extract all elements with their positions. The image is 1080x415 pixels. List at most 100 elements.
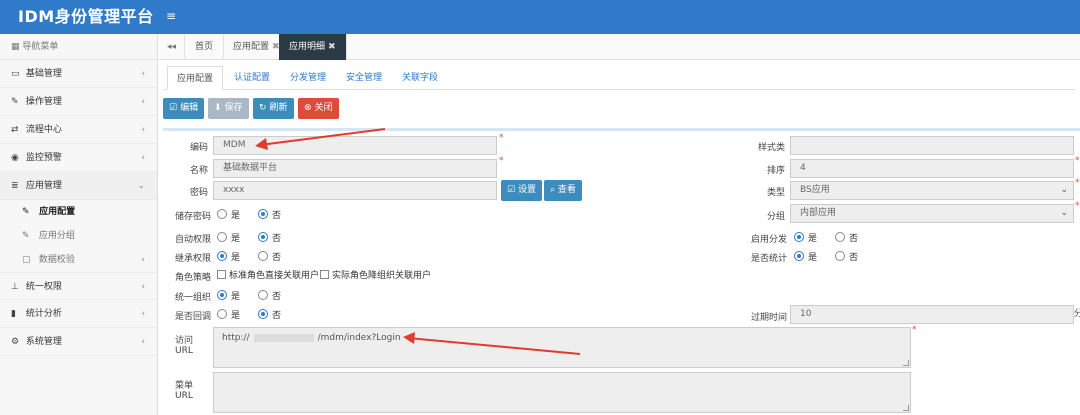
radio-circle — [835, 232, 845, 242]
required-mark: * — [499, 156, 504, 166]
type-select[interactable]: BS应用 ⌄ — [790, 181, 1074, 200]
close-icon[interactable]: ✖ — [328, 42, 336, 52]
refresh-button[interactable]: ↻ 刷新 — [253, 98, 294, 119]
store-password-yes-radio[interactable]: 是 — [217, 209, 240, 221]
role-policy-actual-checkbox[interactable]: 实际角色降组织关联用户 — [320, 270, 431, 282]
sidebar-item-system[interactable]: ⚙ 系统管理 ‹ — [0, 328, 157, 356]
enable-distribution-label: 启用分发 — [750, 235, 787, 245]
order-field[interactable]: 4 — [790, 159, 1074, 178]
resize-handle-icon[interactable] — [903, 360, 909, 366]
view-button-label: 查看 — [557, 185, 576, 195]
page-tab-strip: ◂◂ 首页 应用配置 ✖ 应用明细 ✖ — [159, 34, 1080, 60]
radio-label: 否 — [272, 311, 282, 321]
set-password-button[interactable]: ☑ 设置 — [501, 180, 542, 201]
view-password-button[interactable]: ⌕ 查看 — [544, 180, 582, 201]
unified-org-yes-radio[interactable]: 是 — [217, 290, 240, 302]
radio-circle — [258, 309, 268, 319]
inherit-permission-yes-radio[interactable]: 是 — [217, 251, 240, 263]
role-policy-standard-checkbox[interactable]: 标准角色直接关联用户 — [217, 270, 319, 282]
inner-tab-auth-config[interactable]: 认证配置 — [225, 66, 279, 90]
rollback-no-radio[interactable]: 否 — [258, 309, 281, 321]
chevron-left-icon: ‹ — [141, 153, 145, 163]
chevron-left-icon: ‹ — [141, 97, 145, 107]
refresh-icon: ↻ — [259, 103, 267, 113]
tab-label: 首页 — [195, 42, 214, 52]
rollback-yes-radio[interactable]: 是 — [217, 309, 240, 321]
enable-distribution-yes-radio[interactable]: 是 — [794, 232, 817, 244]
style-class-field[interactable] — [790, 136, 1074, 155]
sidebar-subitem-label: 应用配置 — [39, 207, 76, 217]
radio-label: 否 — [272, 292, 282, 302]
sidebar-item-monitor[interactable]: ◉ 监控预警 ‹ — [0, 144, 157, 172]
required-mark: * — [1075, 201, 1080, 211]
expire-time-field[interactable]: 10 — [790, 305, 1074, 324]
is-statistic-yes-radio[interactable]: 是 — [794, 251, 817, 263]
sidebar-item-permission[interactable]: ⊥ 统一权限 ‹ — [0, 272, 157, 300]
code-field[interactable]: MDM — [213, 136, 497, 155]
pencil-icon: ✎ — [11, 97, 19, 107]
store-password-no-radio[interactable]: 否 — [258, 209, 281, 221]
sidebar-item-app-management[interactable]: ≣ 应用管理 ⌄ — [0, 172, 157, 200]
auto-permission-no-radio[interactable]: 否 — [258, 232, 281, 244]
sidebar-subitem-data-check[interactable]: ▢ 数据校验 ‹ — [0, 248, 157, 272]
inner-tab-app-config[interactable]: 应用配置 — [167, 66, 224, 90]
sidebar-subitem-label: 应用分组 — [38, 231, 75, 241]
password-field[interactable]: xxxx — [213, 181, 497, 200]
sidebar-item-basic[interactable]: ▭ 基础管理 ‹ — [0, 60, 157, 88]
radio-circle — [835, 251, 845, 261]
sidebar-item-label: 统计分析 — [25, 309, 62, 319]
checkbox-box — [320, 270, 329, 279]
grid-icon: ▦ — [11, 42, 23, 52]
sidebar-item-operation[interactable]: ✎ 操作管理 ‹ — [0, 88, 157, 116]
menu-url-textarea[interactable] — [213, 372, 911, 413]
radio-label: 是 — [808, 253, 818, 263]
bar-chart-icon: ▮ — [11, 309, 16, 319]
name-field[interactable]: 基础数据平台 — [213, 159, 497, 178]
group-label: 分组 — [766, 212, 785, 222]
sitemap-icon: ⊥ — [11, 282, 19, 292]
radio-circle — [258, 232, 268, 242]
radio-label: 是 — [231, 311, 241, 321]
radio-label: 否 — [272, 253, 282, 263]
inner-tab-fields[interactable]: 关联字段 — [393, 66, 447, 90]
role-policy-label: 角色策略 — [174, 273, 211, 283]
sidebar-subitem-app-config[interactable]: ✎ 应用配置 — [0, 200, 157, 224]
inner-tab-distribution[interactable]: 分发管理 — [281, 66, 335, 90]
sidebar-item-statistics[interactable]: ▮ 统计分析 ‹ — [0, 300, 157, 328]
required-mark: * — [1075, 178, 1080, 188]
access-url-textarea[interactable]: http:// /mdm/index?Login — [213, 327, 911, 368]
tab-home[interactable]: 首页 — [185, 34, 225, 60]
access-url-label: 访问URL — [175, 336, 194, 356]
radio-label: 是 — [231, 253, 241, 263]
radio-label: 否 — [272, 211, 282, 221]
sidebar-item-workflow[interactable]: ⇄ 流程中心 ‹ — [0, 116, 157, 144]
edit-button[interactable]: ☑ 编辑 — [163, 98, 205, 119]
is-statistic-no-radio[interactable]: 否 — [835, 251, 858, 263]
password-label: 密码 — [189, 188, 208, 198]
inherit-permission-no-radio[interactable]: 否 — [258, 251, 281, 263]
edit-icon: ☑ — [169, 103, 178, 113]
chevron-left-icon: ‹ — [141, 337, 145, 347]
url-prefix: http:// — [222, 333, 250, 343]
sidebar-item-label: 系统管理 — [25, 337, 62, 347]
chevron-left-icon: ‹ — [141, 255, 145, 265]
sidebar-subitem-app-group[interactable]: ✎ 应用分组 — [0, 224, 157, 248]
close-button[interactable]: ⊗ 关闭 — [298, 98, 339, 119]
sidebar-item-label: 基础管理 — [25, 69, 62, 79]
resize-handle-icon[interactable] — [903, 405, 909, 411]
auto-permission-yes-radio[interactable]: 是 — [217, 232, 240, 244]
radio-label: 是 — [231, 234, 241, 244]
eye-icon: ◉ — [11, 153, 19, 163]
enable-distribution-no-radio[interactable]: 否 — [835, 232, 858, 244]
url-suffix: /mdm/index?Login — [317, 333, 401, 343]
tab-app-detail[interactable]: 应用明细 ✖ — [279, 34, 347, 60]
unified-org-no-radio[interactable]: 否 — [258, 290, 281, 302]
menu-toggle-icon[interactable]: ≡ — [166, 9, 177, 23]
inner-tab-security[interactable]: 安全管理 — [337, 66, 391, 90]
group-select[interactable]: 内部应用 ⌄ — [790, 204, 1074, 223]
tab-scroll-left-icon[interactable]: ◂◂ — [159, 34, 185, 60]
save-button[interactable]: ⬇ 保存 — [208, 98, 249, 119]
tag-icon: ✎ — [22, 231, 30, 241]
sidebar-item-label: 统一权限 — [25, 282, 62, 292]
expire-time-label: 过期时间 — [750, 313, 787, 323]
